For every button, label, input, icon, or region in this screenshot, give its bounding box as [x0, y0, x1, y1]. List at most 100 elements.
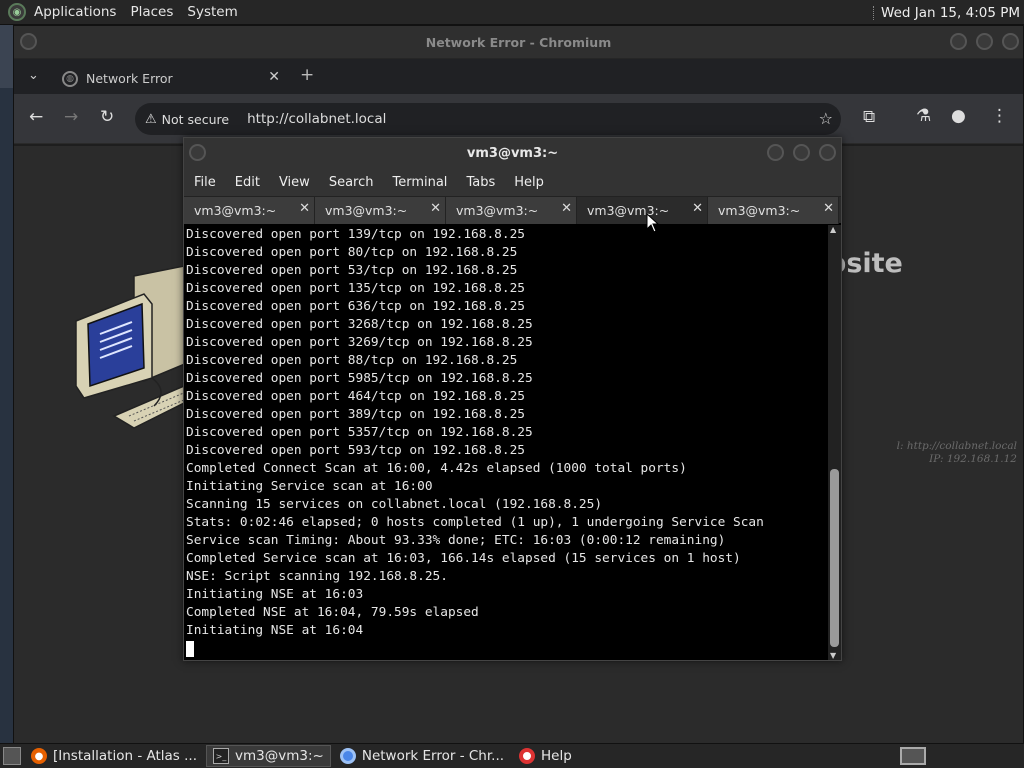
host-url-text: l: http://collabnet.local [896, 440, 1017, 452]
close-button[interactable] [819, 144, 836, 161]
places-menu[interactable]: Places [130, 4, 173, 20]
terminal-line: Discovered open port 53/tcp on 192.168.8… [186, 263, 518, 278]
url-text[interactable]: http://collabnet.local [247, 111, 386, 127]
close-icon[interactable]: ✕ [561, 201, 572, 216]
chromium-icon [339, 748, 356, 764]
tab-close-icon[interactable]: ✕ [268, 69, 280, 85]
close-icon[interactable]: ✕ [430, 201, 441, 216]
scroll-down-arrow-icon[interactable]: ▼ [830, 651, 836, 660]
close-button[interactable] [1002, 33, 1019, 50]
maximize-button[interactable] [976, 33, 993, 50]
maximize-button[interactable] [793, 144, 810, 161]
new-tab-plus-icon[interactable]: + [300, 65, 314, 85]
terminal-line: Discovered open port 5985/tcp on 192.168… [186, 371, 533, 386]
task-label: Help [541, 748, 572, 764]
not-secure-label[interactable]: Not secure [162, 112, 229, 127]
panel-separator [873, 5, 875, 20]
terminal-tab-2[interactable]: vm3@vm3:~ ✕ [315, 197, 446, 224]
terminal-line: Completed NSE at 16:04, 79.59s elapsed [186, 605, 479, 620]
terminal-line: Completed Service scan at 16:03, 166.14s… [186, 551, 741, 566]
workspace-switcher[interactable] [900, 747, 926, 765]
extensions-puzzle-icon[interactable]: ⧉ [863, 107, 875, 127]
terminal-line: NSE: Script scanning 192.168.8.25. [186, 569, 448, 584]
terminal-line: Discovered open port 80/tcp on 192.168.8… [186, 245, 518, 260]
terminal-line: Discovered open port 3268/tcp on 192.168… [186, 317, 533, 332]
close-icon[interactable]: ✕ [299, 201, 310, 216]
menu-edit[interactable]: Edit [235, 175, 260, 190]
terminal-tabs: vm3@vm3:~ ✕ vm3@vm3:~ ✕ vm3@vm3:~ ✕ vm3@… [184, 196, 841, 224]
terminal-cursor [186, 641, 194, 657]
menu-tabs[interactable]: Tabs [466, 175, 495, 190]
clock[interactable]: Wed Jan 15, 4:05 PM [881, 5, 1020, 21]
terminal-line: Discovered open port 135/tcp on 192.168.… [186, 281, 525, 296]
minimize-button[interactable] [767, 144, 784, 161]
terminal-line: Discovered open port 389/tcp on 192.168.… [186, 407, 525, 422]
task-installation-atlas[interactable]: ● [Installation - Atlas ... [25, 745, 203, 767]
terminal-line: Discovered open port 88/tcp on 192.168.8… [186, 353, 518, 368]
tab-search-chevron-down-icon[interactable]: ⌄ [28, 68, 39, 83]
kebab-menu-icon[interactable]: ⋮ [991, 106, 1008, 126]
terminal-tab-1[interactable]: vm3@vm3:~ ✕ [184, 197, 315, 224]
terminal-output[interactable]: Discovered open port 139/tcp on 192.168.… [184, 225, 828, 660]
window-menu-button[interactable] [20, 33, 37, 50]
warning-triangle-icon[interactable]: ⚠ [145, 112, 157, 127]
terminal-line: Discovered open port 139/tcp on 192.168.… [186, 227, 525, 242]
terminal-line: Service scan Timing: About 93.33% done; … [186, 533, 726, 548]
system-menu[interactable]: System [187, 4, 237, 20]
scroll-up-arrow-icon[interactable]: ▲ [830, 225, 836, 234]
menu-terminal[interactable]: Terminal [392, 175, 447, 190]
chromium-titlebar[interactable]: Network Error - Chromium [14, 26, 1023, 59]
task-label: [Installation - Atlas ... [53, 748, 198, 764]
terminal-line: Initiating NSE at 16:04 [186, 623, 364, 638]
terminal-line: Discovered open port 3269/tcp on 192.168… [186, 335, 533, 350]
show-desktop-icon[interactable] [3, 747, 21, 765]
terminal-line: Discovered open port 464/tcp on 192.168.… [186, 389, 525, 404]
labs-flask-icon[interactable]: ⚗ [916, 106, 931, 126]
minimize-button[interactable] [950, 33, 967, 50]
help-lifebuoy-icon [519, 748, 536, 764]
scrollbar-thumb[interactable] [830, 469, 839, 647]
terminal-titlebar[interactable]: vm3@vm3:~ [184, 138, 841, 168]
terminal-line: Discovered open port 593/tcp on 192.168.… [186, 443, 525, 458]
terminal-line: Discovered open port 636/tcp on 192.168.… [186, 299, 525, 314]
terminal-tab-label: vm3@vm3:~ [718, 203, 801, 218]
distro-logo-icon[interactable]: ◉ [8, 3, 26, 21]
globe-icon: ◍ [62, 70, 78, 87]
menu-file[interactable]: File [194, 175, 216, 190]
profile-avatar-icon[interactable]: ● [951, 106, 966, 126]
terminal-tab-5[interactable]: vm3@vm3:~ ✕ [708, 197, 839, 224]
terminal-scrollbar[interactable]: ▲ ▼ [828, 225, 841, 660]
task-label: vm3@vm3:~ [235, 748, 324, 764]
task-terminal[interactable]: >_ vm3@vm3:~ [206, 745, 331, 767]
menu-help[interactable]: Help [514, 175, 544, 190]
reload-icon[interactable]: ↻ [100, 107, 114, 127]
terminal-tab-label: vm3@vm3:~ [456, 203, 539, 218]
tab-title: Network Error [86, 71, 173, 86]
terminal-line: Stats: 0:02:46 elapsed; 0 hosts complete… [186, 515, 764, 530]
applications-menu[interactable]: Applications [34, 4, 116, 20]
terminal-window: vm3@vm3:~ File Edit View Search Terminal… [183, 137, 842, 661]
close-icon[interactable]: ✕ [823, 201, 834, 216]
bottom-panel: ● [Installation - Atlas ... >_ vm3@vm3:~… [0, 743, 1024, 768]
window-menu-button[interactable] [189, 144, 206, 161]
menu-search[interactable]: Search [329, 175, 374, 190]
firefox-icon: ● [31, 748, 47, 764]
bookmark-star-icon[interactable]: ☆ [819, 109, 833, 128]
tab-network-error[interactable]: ◍ Network Error ✕ [52, 63, 292, 94]
menu-view[interactable]: View [279, 175, 310, 190]
terminal-icon: >_ [213, 748, 230, 764]
terminal-line: Scanning 15 services on collabnet.local … [186, 497, 603, 512]
close-icon[interactable]: ✕ [692, 201, 703, 216]
terminal-window-title: vm3@vm3:~ [466, 145, 559, 161]
tab-strip: ⌄ ◍ Network Error ✕ + [14, 59, 1023, 94]
terminal-tab-4[interactable]: vm3@vm3:~ ✕ [577, 197, 708, 224]
terminal-tab-label: vm3@vm3:~ [325, 203, 408, 218]
address-bar[interactable]: ⚠ Not secure http://collabnet.local ☆ [135, 103, 841, 135]
back-arrow-icon[interactable]: ← [29, 107, 43, 127]
task-help[interactable]: Help [513, 745, 578, 767]
host-info: l: http://collabnet.local IP: 192.168.1.… [897, 440, 1017, 466]
forward-arrow-icon[interactable]: → [64, 107, 78, 127]
terminal-tab-3[interactable]: vm3@vm3:~ ✕ [446, 197, 577, 224]
task-chromium[interactable]: Network Error - Chr... [334, 745, 510, 767]
chromium-window-title: Network Error - Chromium [425, 34, 612, 50]
